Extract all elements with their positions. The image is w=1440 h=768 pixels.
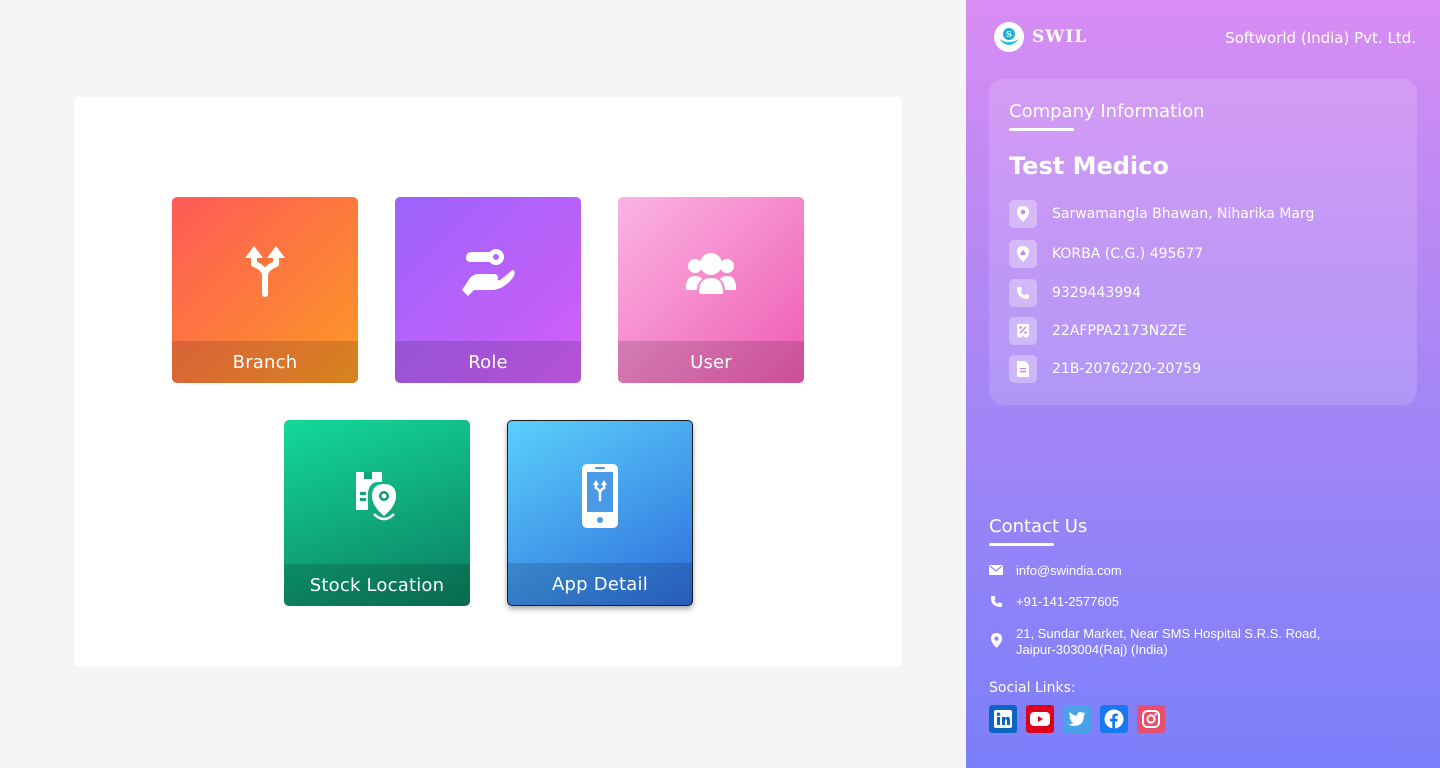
- phone-icon: [988, 595, 1004, 608]
- company-sidebar: S SWIL Softworld (India) Pvt. Ltd. Compa…: [966, 0, 1440, 768]
- stock-location-icon: [284, 460, 470, 530]
- company-gstin: 22AFPPA2173N2ZE: [1052, 323, 1187, 339]
- branch-icon: [172, 237, 358, 307]
- gst-receipt-icon: [1009, 317, 1037, 345]
- linkedin-button[interactable]: [989, 705, 1017, 733]
- stock-location-tile-label: Stock Location: [284, 564, 470, 606]
- company-phone: 9329443994: [1052, 285, 1142, 301]
- info-row-city: KORBA (C.G.) 495677: [1009, 240, 1203, 268]
- twitter-icon: [1068, 711, 1086, 726]
- contact-phone[interactable]: +91-141-2577605: [1016, 594, 1119, 610]
- users-group-icon: [618, 237, 804, 307]
- company-legal-name: Softworld (India) Pvt. Ltd.: [1225, 29, 1416, 47]
- facebook-button[interactable]: [1100, 705, 1128, 733]
- app-detail-tile-label: App Detail: [508, 563, 692, 605]
- brand: S SWIL: [994, 22, 1087, 52]
- branch-tile[interactable]: Branch: [172, 197, 358, 383]
- company-name: Test Medico: [1009, 152, 1169, 180]
- social-links-label: Social Links:: [989, 680, 1076, 696]
- contact-address-line2: Jaipur-303004(Raj) (India): [1016, 642, 1168, 657]
- module-panel: Branch Role User Stock Location App Deta…: [74, 97, 902, 667]
- role-tile[interactable]: Role: [395, 197, 581, 383]
- location-pin-icon: [1009, 200, 1037, 228]
- app-detail-tile[interactable]: App Detail: [507, 420, 693, 606]
- company-city: KORBA (C.G.) 495677: [1052, 246, 1204, 262]
- contact-address-row: 21, Sundar Market, Near SMS Hospital S.R…: [988, 626, 1320, 658]
- user-tile[interactable]: User: [618, 197, 804, 383]
- youtube-button[interactable]: [1026, 705, 1054, 733]
- user-tile-label: User: [618, 341, 804, 383]
- company-info-heading: Company Information: [1009, 101, 1205, 122]
- brand-name: SWIL: [1032, 27, 1088, 47]
- instagram-button[interactable]: [1137, 705, 1165, 733]
- branch-tile-label: Branch: [172, 341, 358, 383]
- info-row-gstin: 22AFPPA2173N2ZE: [1009, 317, 1186, 345]
- info-row-phone: 9329443994: [1009, 279, 1141, 307]
- info-row-address: Sarwamangla Bhawan, Niharika Marg: [1009, 200, 1314, 228]
- document-icon: [1009, 355, 1037, 383]
- company-info-card: Company Information Test Medico Sarwaman…: [989, 79, 1417, 405]
- contact-underline: [989, 543, 1054, 546]
- stock-location-tile[interactable]: Stock Location: [284, 420, 470, 606]
- location-pin-icon: [988, 632, 1004, 649]
- facebook-icon: [1104, 709, 1124, 729]
- company-address: Sarwamangla Bhawan, Niharika Marg: [1052, 206, 1315, 222]
- heading-underline: [1009, 128, 1074, 131]
- svg-text:S: S: [1006, 29, 1012, 39]
- contact-heading: Contact Us: [989, 516, 1088, 537]
- mobile-app-icon: [508, 461, 692, 531]
- main-area: Branch Role User Stock Location App Deta…: [0, 0, 966, 768]
- twitter-button[interactable]: [1063, 705, 1091, 733]
- phone-icon: [1009, 279, 1037, 307]
- contact-address: 21, Sundar Market, Near SMS Hospital S.R…: [1016, 626, 1320, 658]
- contact-address-line1: 21, Sundar Market, Near SMS Hospital S.R…: [1016, 626, 1321, 641]
- swil-logo-icon: S: [994, 22, 1024, 52]
- city-pin-icon: [1009, 240, 1037, 268]
- contact-phone-row[interactable]: +91-141-2577605: [988, 594, 1119, 610]
- contact-email[interactable]: info@swindia.com: [1016, 563, 1122, 579]
- role-tile-label: Role: [395, 341, 581, 383]
- contact-email-row[interactable]: info@swindia.com: [988, 563, 1122, 579]
- role-key-hand-icon: [395, 237, 581, 307]
- linkedin-icon: [994, 710, 1012, 728]
- info-row-license: 21B-20762/20-20759: [1009, 355, 1201, 383]
- instagram-icon: [1142, 710, 1160, 728]
- youtube-icon: [1030, 712, 1050, 726]
- mail-icon: [988, 564, 1004, 576]
- social-links: [989, 705, 1174, 733]
- company-license: 21B-20762/20-20759: [1052, 361, 1202, 377]
